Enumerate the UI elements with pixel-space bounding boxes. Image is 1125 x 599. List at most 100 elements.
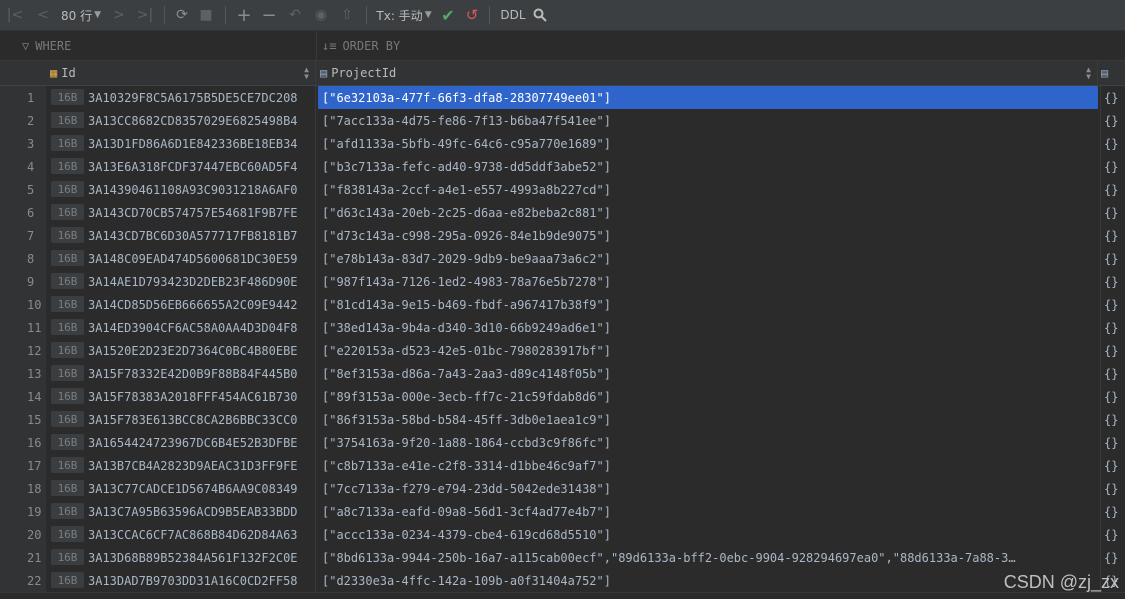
submit-icon[interactable]: ⇧ bbox=[334, 0, 360, 30]
table-row[interactable]: 18 16B 3A13C77CADCE1D5674B6AA9C08349 ["7cc7… bbox=[0, 477, 1125, 501]
cell-projectid[interactable]: ["e78b143a-83d7-2029-9db9-be9aaa73a6c2"] bbox=[318, 247, 1096, 270]
ddl-button[interactable]: DDL bbox=[496, 0, 530, 30]
cell-object[interactable]: {} bbox=[1100, 500, 1125, 523]
cell-id[interactable]: 3A148C09EAD474D5600681DC30E59 bbox=[88, 247, 316, 270]
cell-object[interactable]: {} bbox=[1100, 546, 1125, 569]
cell-projectid[interactable]: ["e220153a-d523-42e5-01bc-7980283917bf"] bbox=[318, 339, 1096, 362]
next-page-icon[interactable]: > bbox=[106, 0, 132, 30]
table-row[interactable]: 9 16B 3A14AE1D793423D2DEB23F486D90E ["987f1… bbox=[0, 270, 1125, 294]
cell-id[interactable]: 3A14CD85D56EB666655A2C09E9442 bbox=[88, 293, 316, 316]
cell-object[interactable]: {} bbox=[1100, 454, 1125, 477]
orderby-input[interactable]: ↓≡ ORDER BY bbox=[318, 31, 400, 60]
stop-icon[interactable]: ■ bbox=[193, 0, 219, 30]
column-header-projectid[interactable]: ▤ ProjectId ▲ ▼ bbox=[320, 61, 1098, 85]
row-number[interactable]: 13 bbox=[0, 362, 46, 385]
revert-icon[interactable]: ↶ bbox=[282, 0, 308, 30]
row-number[interactable]: 11 bbox=[0, 316, 46, 339]
cell-id[interactable]: 3A10329F8C5A6175B5DE5CE7DC208 bbox=[88, 86, 316, 109]
row-number[interactable]: 12 bbox=[0, 339, 46, 362]
table-row[interactable]: 20 16B 3A13CCAC6CF7AC868B84D62D84A63 ["accc… bbox=[0, 523, 1125, 547]
cell-id[interactable]: 3A14390461108A93C9031218A6AF0 bbox=[88, 178, 316, 201]
cell-projectid[interactable]: ["f838143a-2ccf-a4e1-e557-4993a8b227cd"] bbox=[318, 178, 1096, 201]
table-row[interactable]: 1 16B 3A10329F8C5A6175B5DE5CE7DC208 ["6e321… bbox=[0, 86, 1125, 110]
cell-object[interactable]: {} bbox=[1100, 339, 1125, 362]
rows-per-page-dropdown[interactable]: 80 行 ▼ bbox=[56, 0, 106, 30]
cell-object[interactable]: {} bbox=[1100, 408, 1125, 431]
cell-projectid[interactable]: ["d63c143a-20eb-2c25-d6aa-e82beba2c881"] bbox=[318, 201, 1096, 224]
search-icon[interactable] bbox=[530, 0, 550, 30]
column-header-next[interactable]: ▤ bbox=[1101, 61, 1125, 85]
cell-object[interactable]: {} bbox=[1100, 477, 1125, 500]
preview-icon[interactable]: ◉ bbox=[308, 0, 334, 30]
row-number[interactable]: 6 bbox=[0, 201, 46, 224]
table-row[interactable]: 19 16B 3A13C7A95B63596ACD9B5EAB33BDD ["a8c7… bbox=[0, 500, 1125, 524]
cell-object[interactable]: {} bbox=[1100, 385, 1125, 408]
cell-id[interactable]: 3A13CC8682CD8357029E6825498B4 bbox=[88, 109, 316, 132]
cell-object[interactable]: {} bbox=[1100, 247, 1125, 270]
cell-projectid[interactable]: ["8bd6133a-9944-250b-16a7-a115cab00ecf",… bbox=[318, 546, 1096, 569]
sort-arrows-icon[interactable]: ▲ ▼ bbox=[304, 66, 309, 81]
table-row[interactable]: 21 16B 3A13D68B89B52384A561F132F2C0E ["8bd6… bbox=[0, 546, 1125, 570]
cell-object[interactable]: {} bbox=[1100, 431, 1125, 454]
cell-projectid[interactable]: ["7cc7133a-f279-e794-23dd-5042ede31438"] bbox=[318, 477, 1096, 500]
row-number[interactable]: 15 bbox=[0, 408, 46, 431]
cell-id[interactable]: 3A13D68B89B52384A561F132F2C0E bbox=[88, 546, 316, 569]
table-row[interactable]: 7 16B 3A143CD7BC6D30A577717FB8181B7 ["d73c1… bbox=[0, 224, 1125, 248]
cell-object[interactable]: {} bbox=[1100, 132, 1125, 155]
delete-row-icon[interactable]: − bbox=[256, 0, 282, 30]
cell-id[interactable]: 3A15F78383A2018FFF454AC61B730 bbox=[88, 385, 316, 408]
cell-projectid[interactable]: ["987f143a-7126-1ed2-4983-78a76e5b7278"] bbox=[318, 270, 1096, 293]
row-number[interactable]: 4 bbox=[0, 155, 46, 178]
row-number[interactable]: 3 bbox=[0, 132, 46, 155]
cell-projectid[interactable]: ["38ed143a-9b4a-d340-3d10-66b9249ad6e1"] bbox=[318, 316, 1096, 339]
cell-id[interactable]: 3A13CCAC6CF7AC868B84D62D84A63 bbox=[88, 523, 316, 546]
cell-object[interactable]: {} bbox=[1100, 362, 1125, 385]
where-filter-input[interactable]: ▽ WHERE bbox=[0, 31, 317, 60]
cell-id[interactable]: 3A143CD70CB574757E54681F9B7FE bbox=[88, 201, 316, 224]
cell-projectid[interactable]: ["7acc133a-4d75-fe86-7f13-b6ba47f541ee"] bbox=[318, 109, 1096, 132]
cell-object[interactable]: {} bbox=[1100, 316, 1125, 339]
cell-id[interactable]: 3A13C77CADCE1D5674B6AA9C08349 bbox=[88, 477, 316, 500]
cell-id[interactable]: 3A13C7A95B63596ACD9B5EAB33BDD bbox=[88, 500, 316, 523]
cell-projectid[interactable]: ["81cd143a-9e15-b469-fbdf-a967417b38f9"] bbox=[318, 293, 1096, 316]
table-row[interactable]: 13 16B 3A15F78332E42D0B9F88B84F445B0 ["8ef3… bbox=[0, 362, 1125, 386]
first-page-icon[interactable]: |< bbox=[0, 0, 30, 30]
cell-id[interactable]: 3A1520E2D23E2D7364C0BC4B80EBE bbox=[88, 339, 316, 362]
row-number[interactable]: 20 bbox=[0, 523, 46, 546]
cell-object[interactable]: {} bbox=[1100, 109, 1125, 132]
column-header-id[interactable]: ▦ Id ▲ ▼ bbox=[50, 61, 316, 85]
row-number[interactable]: 16 bbox=[0, 431, 46, 454]
cell-projectid[interactable]: ["d2330e3a-4ffc-142a-109b-a0f31404a752"] bbox=[318, 569, 1096, 592]
row-number[interactable]: 18 bbox=[0, 477, 46, 500]
row-number[interactable]: 1 bbox=[0, 86, 46, 109]
cell-projectid[interactable]: ["89f3153a-000e-3ecb-ff7c-21c59fdab8d6"] bbox=[318, 385, 1096, 408]
cell-id[interactable]: 3A14ED3904CF6AC58A0AA4D3D04F8 bbox=[88, 316, 316, 339]
row-number[interactable]: 9 bbox=[0, 270, 46, 293]
sort-arrows-icon[interactable]: ▲ ▼ bbox=[1086, 66, 1091, 81]
cell-id[interactable]: 3A15F783E613BCC8CA2B6BBC33CC0 bbox=[88, 408, 316, 431]
prev-page-icon[interactable]: < bbox=[30, 0, 56, 30]
cell-id[interactable]: 3A143CD7BC6D30A577717FB8181B7 bbox=[88, 224, 316, 247]
cell-id[interactable]: 3A13D1FD86A6D1E842336BE18EB34 bbox=[88, 132, 316, 155]
cell-projectid[interactable]: ["b3c7133a-fefc-ad40-9738-dd5ddf3abe52"] bbox=[318, 155, 1096, 178]
cell-object[interactable]: {} bbox=[1100, 523, 1125, 546]
last-page-icon[interactable]: >| bbox=[132, 0, 158, 30]
table-row[interactable]: 14 16B 3A15F78383A2018FFF454AC61B730 ["89f3… bbox=[0, 385, 1125, 409]
table-row[interactable]: 15 16B 3A15F783E613BCC8CA2B6BBC33CC0 ["86f3… bbox=[0, 408, 1125, 432]
table-row[interactable]: 16 16B 3A1654424723967DC6B4E52B3DFBE ["3754… bbox=[0, 431, 1125, 455]
cell-id[interactable]: 3A13E6A318FCDF37447EBC60AD5F4 bbox=[88, 155, 316, 178]
row-number[interactable]: 19 bbox=[0, 500, 46, 523]
row-number[interactable]: 14 bbox=[0, 385, 46, 408]
table-row[interactable]: 4 16B 3A13E6A318FCDF37447EBC60AD5F4 ["b3c71… bbox=[0, 155, 1125, 179]
add-row-icon[interactable]: + bbox=[232, 0, 256, 30]
cell-projectid[interactable]: ["a8c7133a-eafd-09a8-56d1-3cf4ad77e4b7"] bbox=[318, 500, 1096, 523]
cell-id[interactable]: 3A13DAD7B9703DD31A16C0CD2FF58 bbox=[88, 569, 316, 592]
table-row[interactable]: 8 16B 3A148C09EAD474D5600681DC30E59 ["e78b1… bbox=[0, 247, 1125, 271]
cell-object[interactable]: {} bbox=[1100, 178, 1125, 201]
table-row[interactable]: 10 16B 3A14CD85D56EB666655A2C09E9442 ["81cd… bbox=[0, 293, 1125, 317]
cell-projectid[interactable]: ["d73c143a-c998-295a-0926-84e1b9de9075"] bbox=[318, 224, 1096, 247]
cell-object[interactable]: {} bbox=[1100, 201, 1125, 224]
table-row[interactable]: 12 16B 3A1520E2D23E2D7364C0BC4B80EBE ["e220… bbox=[0, 339, 1125, 363]
rollback-icon[interactable]: ↺ bbox=[461, 0, 483, 30]
cell-object[interactable]: {} bbox=[1100, 155, 1125, 178]
